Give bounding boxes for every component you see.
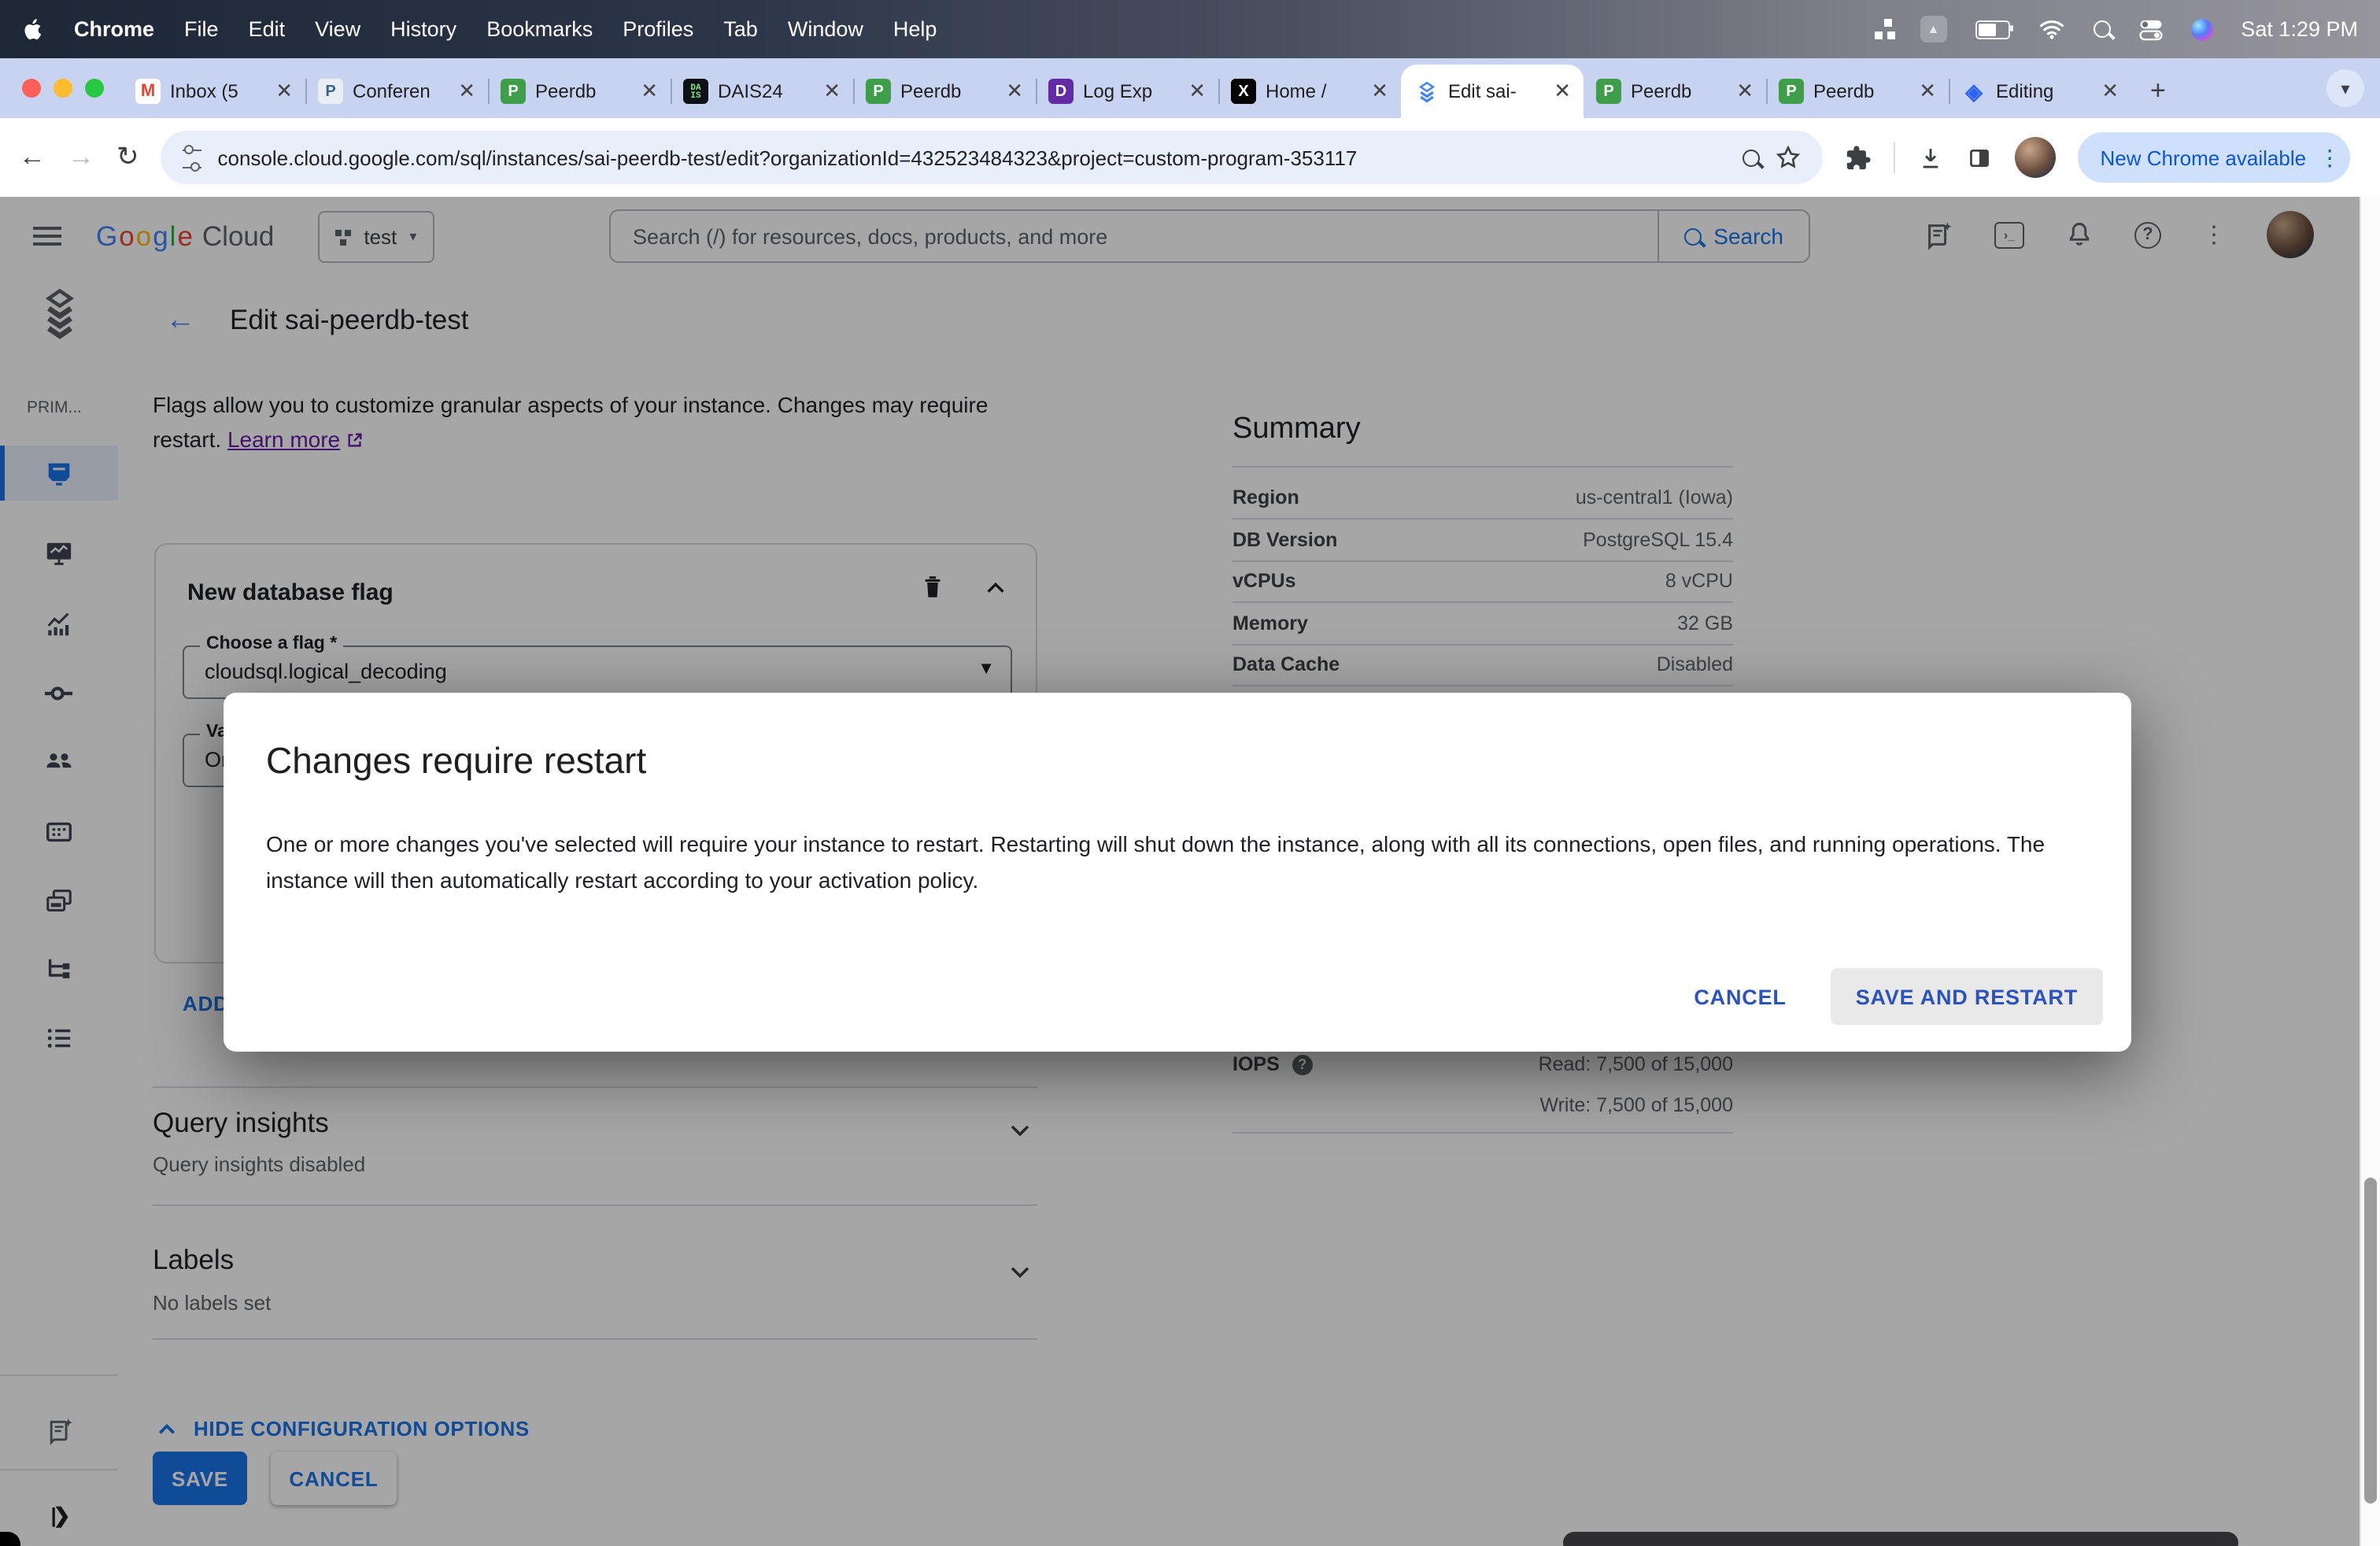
tab-peerdb-3[interactable]: P Peerdb ✕ — [1584, 65, 1766, 118]
menu-view[interactable]: View — [315, 17, 360, 41]
datadog-favicon-icon: D — [1048, 79, 1074, 104]
tab-close-icon[interactable]: ✕ — [1006, 79, 1023, 104]
back-button[interactable]: ← — [19, 142, 46, 173]
chrome-toolbar: ← → ↻ console.cloud.google.com/sql/insta… — [0, 118, 2380, 197]
menu-file[interactable]: File — [184, 17, 219, 41]
tab-peerdb-2[interactable]: P Peerdb ✕ — [853, 65, 1036, 118]
stats-icon[interactable] — [1883, 19, 1892, 27]
maximize-window-button[interactable] — [85, 79, 104, 98]
close-window-button[interactable] — [22, 79, 41, 98]
tab-close-icon[interactable]: ✕ — [275, 79, 293, 104]
side-panel-icon[interactable] — [1967, 144, 1994, 171]
browser-menu-kebab-icon[interactable]: ⋮ — [2319, 144, 2341, 171]
x-favicon-icon: X — [1231, 79, 1256, 104]
menu-help[interactable]: Help — [893, 17, 937, 41]
page-scrollbar[interactable] — [2360, 197, 2380, 1546]
tab-close-icon[interactable]: ✕ — [1919, 79, 1936, 104]
peerdb-favicon-icon: P — [1779, 79, 1804, 104]
new-tab-button[interactable]: + — [2150, 76, 2166, 107]
forward-button[interactable]: → — [68, 142, 94, 173]
save-and-restart-button[interactable]: SAVE AND RESTART — [1830, 968, 2103, 1025]
postgres-favicon-icon: P — [318, 79, 343, 104]
menu-tab[interactable]: Tab — [723, 17, 758, 41]
menu-bookmarks[interactable]: Bookmarks — [486, 17, 593, 41]
site-settings-icon[interactable] — [183, 145, 202, 172]
toolbar-divider — [1894, 142, 1896, 173]
tab-close-icon[interactable]: ✕ — [1188, 79, 1206, 104]
battery-icon[interactable] — [1975, 20, 2013, 39]
new-chrome-available-button[interactable]: New Chrome available ⋮ — [2078, 132, 2351, 183]
tab-close-icon[interactable]: ✕ — [823, 79, 841, 104]
app-icon[interactable]: ▲ — [1920, 16, 1947, 43]
tab-inbox[interactable]: M Inbox (5 ✕ — [123, 65, 305, 118]
extensions-icon[interactable] — [1846, 144, 1872, 171]
tab-close-icon[interactable]: ✕ — [641, 79, 658, 104]
tab-home-x[interactable]: X Home / ✕ — [1218, 65, 1401, 118]
downloads-icon[interactable] — [1918, 144, 1945, 171]
zoom-page-icon[interactable] — [1743, 149, 1761, 166]
gmail-favicon-icon: M — [135, 79, 161, 104]
apple-menu-icon[interactable] — [22, 17, 44, 42]
menu-window[interactable]: Window — [788, 17, 863, 41]
tab-conference[interactable]: P Conferen ✕ — [305, 65, 488, 118]
tab-close-icon[interactable]: ✕ — [1371, 79, 1388, 104]
url-text[interactable]: console.cloud.google.com/sql/instances/s… — [218, 146, 1728, 169]
peerdb-favicon-icon: P — [501, 79, 526, 104]
wifi-icon[interactable] — [2038, 19, 2064, 39]
reload-button[interactable]: ↻ — [116, 142, 139, 173]
bookmark-star-icon[interactable] — [1776, 145, 1802, 170]
siri-icon[interactable] — [2190, 18, 2213, 40]
dialog-body: One or more changes you've selected will… — [266, 831, 2046, 893]
menubar-clock[interactable]: Sat 1:29 PM — [2241, 17, 2358, 41]
menu-edit[interactable]: Edit — [249, 17, 286, 41]
peerdb-favicon-icon: P — [1596, 79, 1621, 104]
control-center-icon[interactable] — [2138, 18, 2162, 40]
menu-chrome[interactable]: Chrome — [74, 17, 154, 41]
editing-favicon-icon: ◈ — [1965, 78, 1983, 103]
spotlight-search-icon[interactable] — [2093, 20, 2111, 38]
omnibox[interactable]: console.cloud.google.com/sql/instances/s… — [161, 131, 1824, 184]
macos-menubar: Chrome File Edit View History Bookmarks … — [0, 0, 2380, 58]
tab-log-explorer[interactable]: D Log Exp ✕ — [1036, 65, 1218, 118]
restart-confirmation-dialog: Changes require restart One or more chan… — [224, 693, 2131, 1052]
menu-history[interactable]: History — [390, 17, 456, 41]
peerdb-favicon-icon: P — [866, 79, 891, 104]
tab-peerdb-4[interactable]: P Peerdb ✕ — [1766, 65, 1949, 118]
chrome-tabstrip: M Inbox (5 ✕ P Conferen ✕ P Peerdb ✕ DA I… — [0, 58, 2380, 118]
tab-close-icon[interactable]: ✕ — [1554, 79, 1571, 104]
minimize-window-button[interactable] — [54, 79, 72, 98]
scrollbar-thumb[interactable] — [2363, 1178, 2376, 1503]
dialog-cancel-button[interactable]: CANCEL — [1672, 968, 1808, 1025]
macos-screen: Chrome File Edit View History Bookmarks … — [0, 0, 2380, 1546]
tab-editing[interactable]: ◈ Editing ✕ — [1949, 65, 2131, 118]
dialog-title: Changes require restart — [266, 740, 647, 781]
tab-peerdb-1[interactable]: P Peerdb ✕ — [488, 65, 671, 118]
tab-dais24[interactable]: DA IS DAIS24 ✕ — [671, 65, 853, 118]
tab-close-icon[interactable]: ✕ — [458, 79, 475, 104]
browser-profile-avatar[interactable] — [2015, 137, 2057, 178]
tab-edit-sai-active[interactable]: Edit sai- ✕ — [1401, 65, 1584, 118]
tab-close-icon[interactable]: ✕ — [1736, 79, 1754, 104]
tab-close-icon[interactable]: ✕ — [2101, 79, 2119, 104]
dais-favicon-icon: DA IS — [683, 79, 708, 104]
dock-hint-bar — [1563, 1532, 2238, 1546]
menu-profiles[interactable]: Profiles — [623, 17, 693, 41]
tab-search-chevron-icon[interactable]: ▾ — [2326, 69, 2364, 107]
cloudsql-favicon-icon — [1414, 79, 1439, 104]
